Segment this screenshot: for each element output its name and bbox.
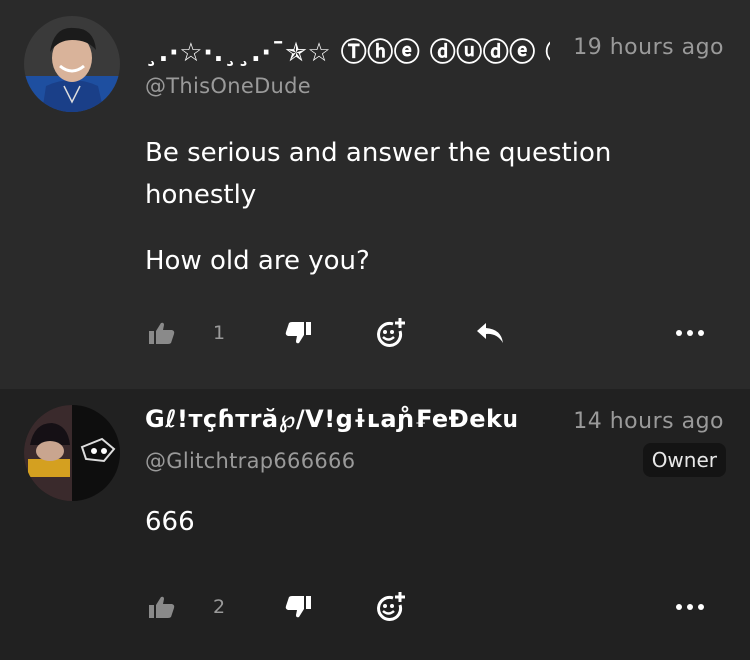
author-name[interactable]: ¸.·☆·.¸¸.·¯✯☆ Ⓣⓗⓔ ⓓⓤⓓⓔ ⓦ bbox=[145, 32, 550, 66]
author-handle[interactable]: @Glitchtrap666666 bbox=[145, 449, 355, 473]
comment-body: 666 bbox=[145, 501, 685, 567]
thumbs-down-icon bbox=[285, 595, 311, 619]
author-name[interactable]: Gℓ!тçɦтră℘/V!gɨʟaɲ̊₣eĐekս bbox=[145, 405, 550, 439]
more-options-button[interactable] bbox=[675, 313, 705, 353]
comment-paragraph: 666 bbox=[145, 507, 195, 537]
add-reaction-button[interactable] bbox=[375, 587, 407, 627]
timestamp[interactable]: 14 hours ago bbox=[573, 409, 724, 434]
comment-paragraph: How old are you? bbox=[145, 246, 370, 276]
add-reaction-icon bbox=[375, 317, 407, 349]
more-icon bbox=[675, 329, 705, 337]
comment-body: Be serious and answer the question hones… bbox=[145, 132, 685, 306]
timestamp[interactable]: 19 hours ago bbox=[573, 35, 724, 60]
reply-button[interactable] bbox=[475, 313, 505, 353]
more-options-button[interactable] bbox=[675, 587, 705, 627]
thumbs-down-icon bbox=[285, 321, 311, 345]
avatar[interactable] bbox=[24, 405, 120, 501]
avatar[interactable] bbox=[24, 16, 120, 112]
reply-icon bbox=[475, 321, 505, 345]
like-button[interactable] bbox=[149, 587, 175, 627]
dislike-button[interactable] bbox=[285, 313, 311, 353]
comment-paragraph: Be serious and answer the question hones… bbox=[145, 138, 612, 210]
comment: Gℓ!тçɦтră℘/V!gɨʟaɲ̊₣eĐekս 14 hours ago @… bbox=[0, 389, 750, 660]
add-reaction-button[interactable] bbox=[375, 313, 407, 353]
add-reaction-icon bbox=[375, 591, 407, 623]
thumbs-up-icon bbox=[149, 321, 175, 345]
comment: ¸.·☆·.¸¸.·¯✯☆ Ⓣⓗⓔ ⓓⓤⓓⓔ ⓦ 19 hours ago @T… bbox=[0, 0, 750, 389]
like-count: 1 bbox=[213, 322, 226, 344]
like-button[interactable] bbox=[149, 313, 175, 353]
like-count: 2 bbox=[213, 596, 226, 618]
author-handle[interactable]: @ThisOneDude bbox=[145, 74, 311, 98]
more-icon bbox=[675, 603, 705, 611]
thumbs-up-icon bbox=[149, 595, 175, 619]
owner-badge: Owner bbox=[642, 443, 726, 477]
comment-actions: 2 bbox=[145, 587, 725, 627]
dislike-button[interactable] bbox=[285, 587, 311, 627]
comment-actions: 1 bbox=[145, 313, 725, 353]
